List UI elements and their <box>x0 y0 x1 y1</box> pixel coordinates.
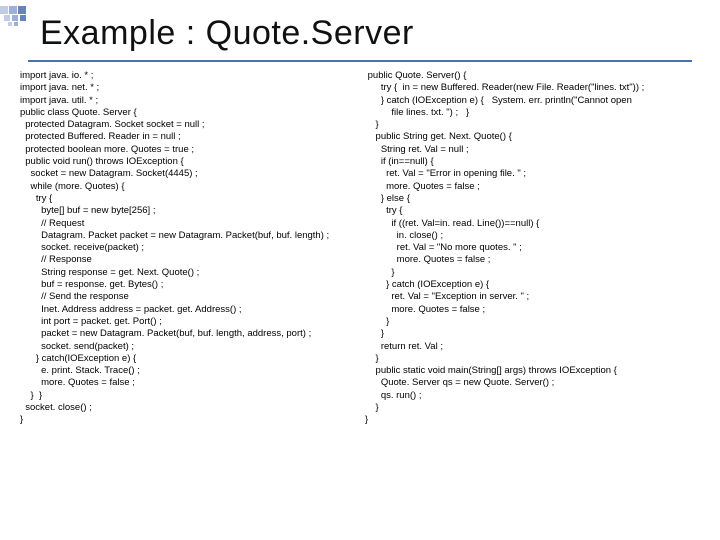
title-divider <box>28 60 692 62</box>
slide: Example : Quote.Server import java. io. … <box>0 0 720 540</box>
slide-title: Example : Quote.Server <box>40 14 414 53</box>
code-area: import java. io. * ; import java. net. *… <box>20 70 710 530</box>
code-column-left: import java. io. * ; import java. net. *… <box>20 70 365 530</box>
code-column-right: public Quote. Server() { try { in = new … <box>365 70 710 530</box>
